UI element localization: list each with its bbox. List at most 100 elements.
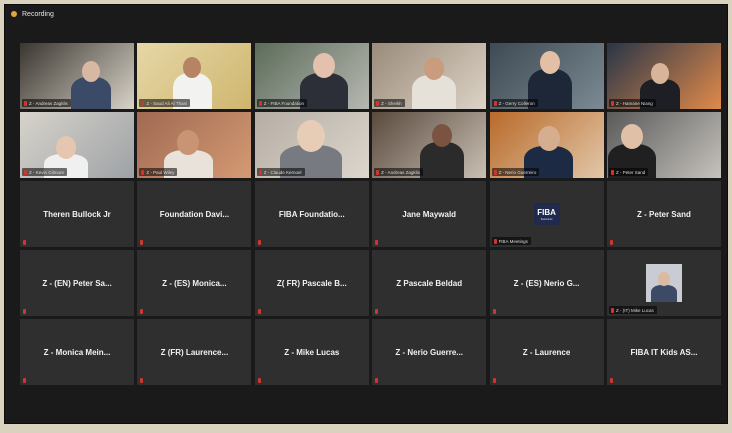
muted-mic-icon <box>141 100 145 106</box>
window-title: Recording <box>22 10 54 18</box>
video-tile[interactable]: Z - Nerio Guerreiro <box>489 112 604 178</box>
muted-mic-icon <box>257 309 261 314</box>
name-tile[interactable]: FIBA Basketball FIBA Meetings <box>489 181 604 247</box>
participant-name: Z - Nerio Guerreiro <box>498 169 537 175</box>
participant-name: Z - (ES) Nerio G... <box>513 278 580 288</box>
screenshot-frame: Recording Z - Andreas Zagklis Z - Saud Al… <box>0 0 732 433</box>
muted-mic-icon <box>141 169 145 175</box>
fiba-logo-icon: FIBA Basketball <box>533 203 560 225</box>
muted-mic-icon <box>258 169 262 175</box>
name-tile[interactable]: Foundation Davi... <box>137 181 252 247</box>
muted-mic-icon <box>493 238 497 244</box>
profile-face <box>657 272 670 286</box>
participant-body <box>420 142 465 178</box>
participant-name: Z - Andreas Zagklis <box>29 100 68 106</box>
participant-name: Z - Andreas Zagklis <box>381 169 420 175</box>
name-tile[interactable]: Z - (IT) Mike Lucas <box>606 250 721 316</box>
video-tile[interactable]: Z - Claude Kernoel <box>254 112 369 178</box>
muted-mic-icon <box>375 309 379 314</box>
name-tile[interactable]: FIBA IT Kids AS... <box>606 319 721 385</box>
name-tile[interactable]: Jane Maywald <box>372 181 487 247</box>
video-tile[interactable]: Z - Kevin Gilmore <box>20 112 134 178</box>
recording-icon <box>11 11 17 17</box>
participant-name: Z - Hamane Niang <box>615 100 653 106</box>
muted-mic-icon <box>609 378 613 383</box>
participant-label: Z - Peter Sand <box>608 168 649 176</box>
muted-mic-icon <box>257 378 261 383</box>
muted-mic-icon <box>493 100 497 106</box>
meeting-window: Recording Z - Andreas Zagklis Z - Saud Al… <box>4 4 728 424</box>
video-tile[interactable]: Z - FIBA Foundation <box>254 43 369 109</box>
participant-name: Z - Claude Kernoel <box>263 169 302 175</box>
participant-name: Z - Nerio Guerre... <box>395 347 463 357</box>
profile-body <box>650 285 677 302</box>
name-tile[interactable]: Z Pascale Beldad <box>372 250 487 316</box>
name-tile[interactable]: Z - (ES) Nerio G... <box>489 250 604 316</box>
name-tile[interactable]: Z - (EN) Peter Sa... <box>20 250 134 316</box>
participant-grid: Z - Andreas Zagklis Z - Saud Ali Al Thani… <box>20 43 721 385</box>
video-tile[interactable]: Z - Gerry Colleron <box>489 43 604 109</box>
participant-face <box>537 126 560 152</box>
participant-name: Theren Bullock Jr <box>43 209 111 219</box>
name-tile[interactable]: FIBA Foundatio... <box>254 181 369 247</box>
video-tile[interactable]: Z - Hamane Niang <box>606 43 721 109</box>
name-tile[interactable]: Z - Monica Mein... <box>20 319 134 385</box>
participant-name: Z - Laurence <box>522 347 571 357</box>
participant-name: Z (FR) Laurence... <box>160 347 229 357</box>
muted-mic-icon <box>610 169 614 175</box>
video-tile[interactable]: Z - Andreas Zagklis <box>372 112 487 178</box>
participant-label: Z - Nerio Guerreiro <box>491 168 540 176</box>
participant-label: Z - Andreas Zagklis <box>22 99 71 107</box>
muted-mic-icon <box>140 309 144 314</box>
name-tile[interactable]: Z - (ES) Monica... <box>137 250 252 316</box>
participant-face <box>183 57 202 78</box>
participant-name: Z - Monica Mein... <box>43 347 111 357</box>
video-tile[interactable]: Z - Saud Ali Al Thani <box>137 43 252 109</box>
muted-mic-icon <box>23 378 26 383</box>
participant-name: Z - Kevin Gilmore <box>29 169 65 175</box>
name-tile[interactable]: Z (FR) Laurence... <box>137 319 252 385</box>
participant-label: Z - Andreas Zagklis <box>374 168 423 176</box>
name-tile[interactable]: Z( FR) Pascale B... <box>254 250 369 316</box>
participant-face <box>620 124 643 150</box>
participant-label: Z - Paul Wiley <box>139 168 178 176</box>
participant-name: Foundation Davi... <box>159 209 230 219</box>
video-tile[interactable]: Z - Paul Wiley <box>137 112 252 178</box>
muted-mic-icon <box>492 309 496 314</box>
participant-name: Z - Saud Ali Al Thani <box>146 100 188 106</box>
muted-mic-icon <box>24 100 27 106</box>
participant-body <box>412 75 457 109</box>
participant-label: Z - (IT) Mike Lucas <box>608 306 657 314</box>
muted-mic-icon <box>493 169 497 175</box>
participant-label: Z - Saud Ali Al Thani <box>139 99 191 107</box>
participant-label: Z - FIBA Foundation <box>256 99 308 107</box>
muted-mic-icon <box>23 309 26 314</box>
participant-face <box>296 120 325 153</box>
name-tile[interactable]: Z - Mike Lucas <box>254 319 369 385</box>
participant-label: FIBA Meetings <box>491 237 531 245</box>
video-tile[interactable]: Z - Sheikh <box>372 43 487 109</box>
participant-label: Z - Hamane Niang <box>608 99 656 107</box>
participant-name: Z - Gerry Colleron <box>498 100 535 106</box>
participant-name: FIBA Foundatio... <box>278 209 345 219</box>
participant-name: Jane Maywald <box>402 209 457 219</box>
participant-name: Z - (ES) Monica... <box>162 278 227 288</box>
name-tile[interactable]: Theren Bullock Jr <box>20 181 134 247</box>
video-tile[interactable]: Z - Peter Sand <box>606 112 721 178</box>
muted-mic-icon <box>610 100 614 106</box>
participant-name: Z - Sheikh <box>381 100 402 106</box>
participant-label: Z - Gerry Colleron <box>491 99 538 107</box>
participant-name: Z - (EN) Peter Sa... <box>42 278 112 288</box>
name-tile[interactable]: Z - Laurence <box>489 319 604 385</box>
logo-subtext: Basketball <box>540 217 553 221</box>
participant-name: Z - Mike Lucas <box>284 347 340 357</box>
participant-name: Z - Peter Sand <box>615 169 646 175</box>
video-tile[interactable]: Z - Andreas Zagklis <box>20 43 134 109</box>
muted-mic-icon <box>492 378 496 383</box>
title-bar: Recording <box>5 5 727 23</box>
name-tile[interactable]: Z - Nerio Guerre... <box>372 319 487 385</box>
participant-face <box>82 61 100 82</box>
participant-name: Z - FIBA Foundation <box>263 100 305 106</box>
participant-name: FIBA IT Kids AS... <box>630 347 698 357</box>
name-tile[interactable]: Z - Peter Sand <box>606 181 721 247</box>
